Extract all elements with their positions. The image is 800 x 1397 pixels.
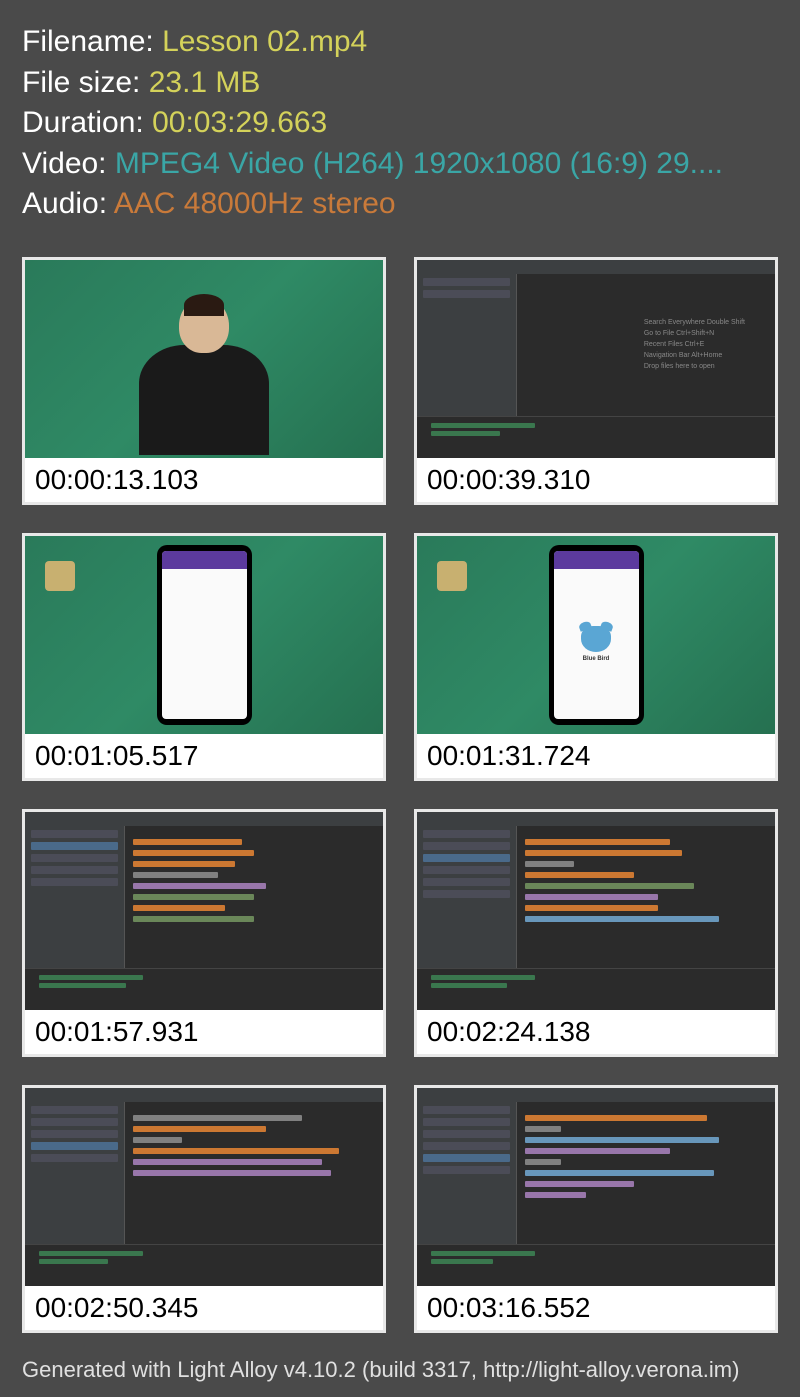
timestamp-label: 00:02:24.138 bbox=[417, 1010, 775, 1054]
thumbnail-8: 00:03:16.552 bbox=[414, 1085, 778, 1333]
filesize-label: File size: bbox=[22, 66, 149, 99]
ide-hints: Search Everywhere Double Shift Go to Fil… bbox=[644, 317, 745, 373]
recycle-bin-icon bbox=[45, 561, 75, 591]
video-row: Video: MPEG4 Video (H264) 1920x1080 (16:… bbox=[22, 144, 778, 185]
duration-label: Duration: bbox=[22, 106, 152, 139]
thumb-preview-presenter bbox=[25, 260, 383, 458]
creature-icon bbox=[581, 626, 611, 652]
audio-value: AAC 48000Hz stereo bbox=[114, 187, 396, 220]
filename-value: Lesson 02.mp4 bbox=[162, 25, 367, 58]
thumbnail-3: 00:01:05.517 bbox=[22, 533, 386, 781]
timestamp-label: 00:00:39.310 bbox=[417, 458, 775, 502]
timestamp-label: 00:01:05.517 bbox=[25, 734, 383, 778]
timestamp-label: 00:03:16.552 bbox=[417, 1286, 775, 1330]
recycle-bin-icon bbox=[437, 561, 467, 591]
thumb-preview-ide-code bbox=[417, 812, 775, 1010]
duration-value: 00:03:29.663 bbox=[152, 106, 327, 139]
thumbnail-2: Search Everywhere Double Shift Go to Fil… bbox=[414, 257, 778, 505]
video-label: Video: bbox=[22, 147, 115, 180]
creature-name-label: Blue Bird bbox=[583, 656, 610, 662]
thumb-preview-ide-code bbox=[25, 812, 383, 1010]
thumbnail-7: 00:02:50.345 bbox=[22, 1085, 386, 1333]
thumbnail-5: 00:01:57.931 bbox=[22, 809, 386, 1057]
timestamp-label: 00:01:31.724 bbox=[417, 734, 775, 778]
filename-label: Filename: bbox=[22, 25, 162, 58]
filesize-row: File size: 23.1 MB bbox=[22, 63, 778, 104]
thumbnail-1: 00:00:13.103 bbox=[22, 257, 386, 505]
thumb-preview-ide-code bbox=[417, 1088, 775, 1286]
presenter-figure bbox=[129, 288, 279, 458]
filesize-value: 23.1 MB bbox=[149, 66, 261, 99]
timestamp-label: 00:02:50.345 bbox=[25, 1286, 383, 1330]
thumb-preview-emulator-creature: Blue Bird bbox=[417, 536, 775, 734]
thumb-preview-ide-code bbox=[25, 1088, 383, 1286]
audio-label: Audio: bbox=[22, 187, 114, 220]
file-info-panel: Filename: Lesson 02.mp4 File size: 23.1 … bbox=[0, 0, 800, 235]
thumb-preview-ide-welcome: Search Everywhere Double Shift Go to Fil… bbox=[417, 260, 775, 458]
thumbnail-4: Blue Bird 00:01:31.724 bbox=[414, 533, 778, 781]
footer-credit: Generated with Light Alloy v4.10.2 (buil… bbox=[0, 1343, 800, 1397]
thumb-preview-emulator-empty bbox=[25, 536, 383, 734]
filename-row: Filename: Lesson 02.mp4 bbox=[22, 22, 778, 63]
audio-row: Audio: AAC 48000Hz stereo bbox=[22, 184, 778, 225]
phone-frame bbox=[157, 545, 252, 725]
thumbnail-6: 00:02:24.138 bbox=[414, 809, 778, 1057]
thumbnail-grid: 00:00:13.103 Search Everywhere Double Sh… bbox=[0, 235, 800, 1343]
phone-frame: Blue Bird bbox=[549, 545, 644, 725]
duration-row: Duration: 00:03:29.663 bbox=[22, 103, 778, 144]
timestamp-label: 00:00:13.103 bbox=[25, 458, 383, 502]
timestamp-label: 00:01:57.931 bbox=[25, 1010, 383, 1054]
video-value: MPEG4 Video (H264) 1920x1080 (16:9) 29..… bbox=[115, 147, 723, 180]
